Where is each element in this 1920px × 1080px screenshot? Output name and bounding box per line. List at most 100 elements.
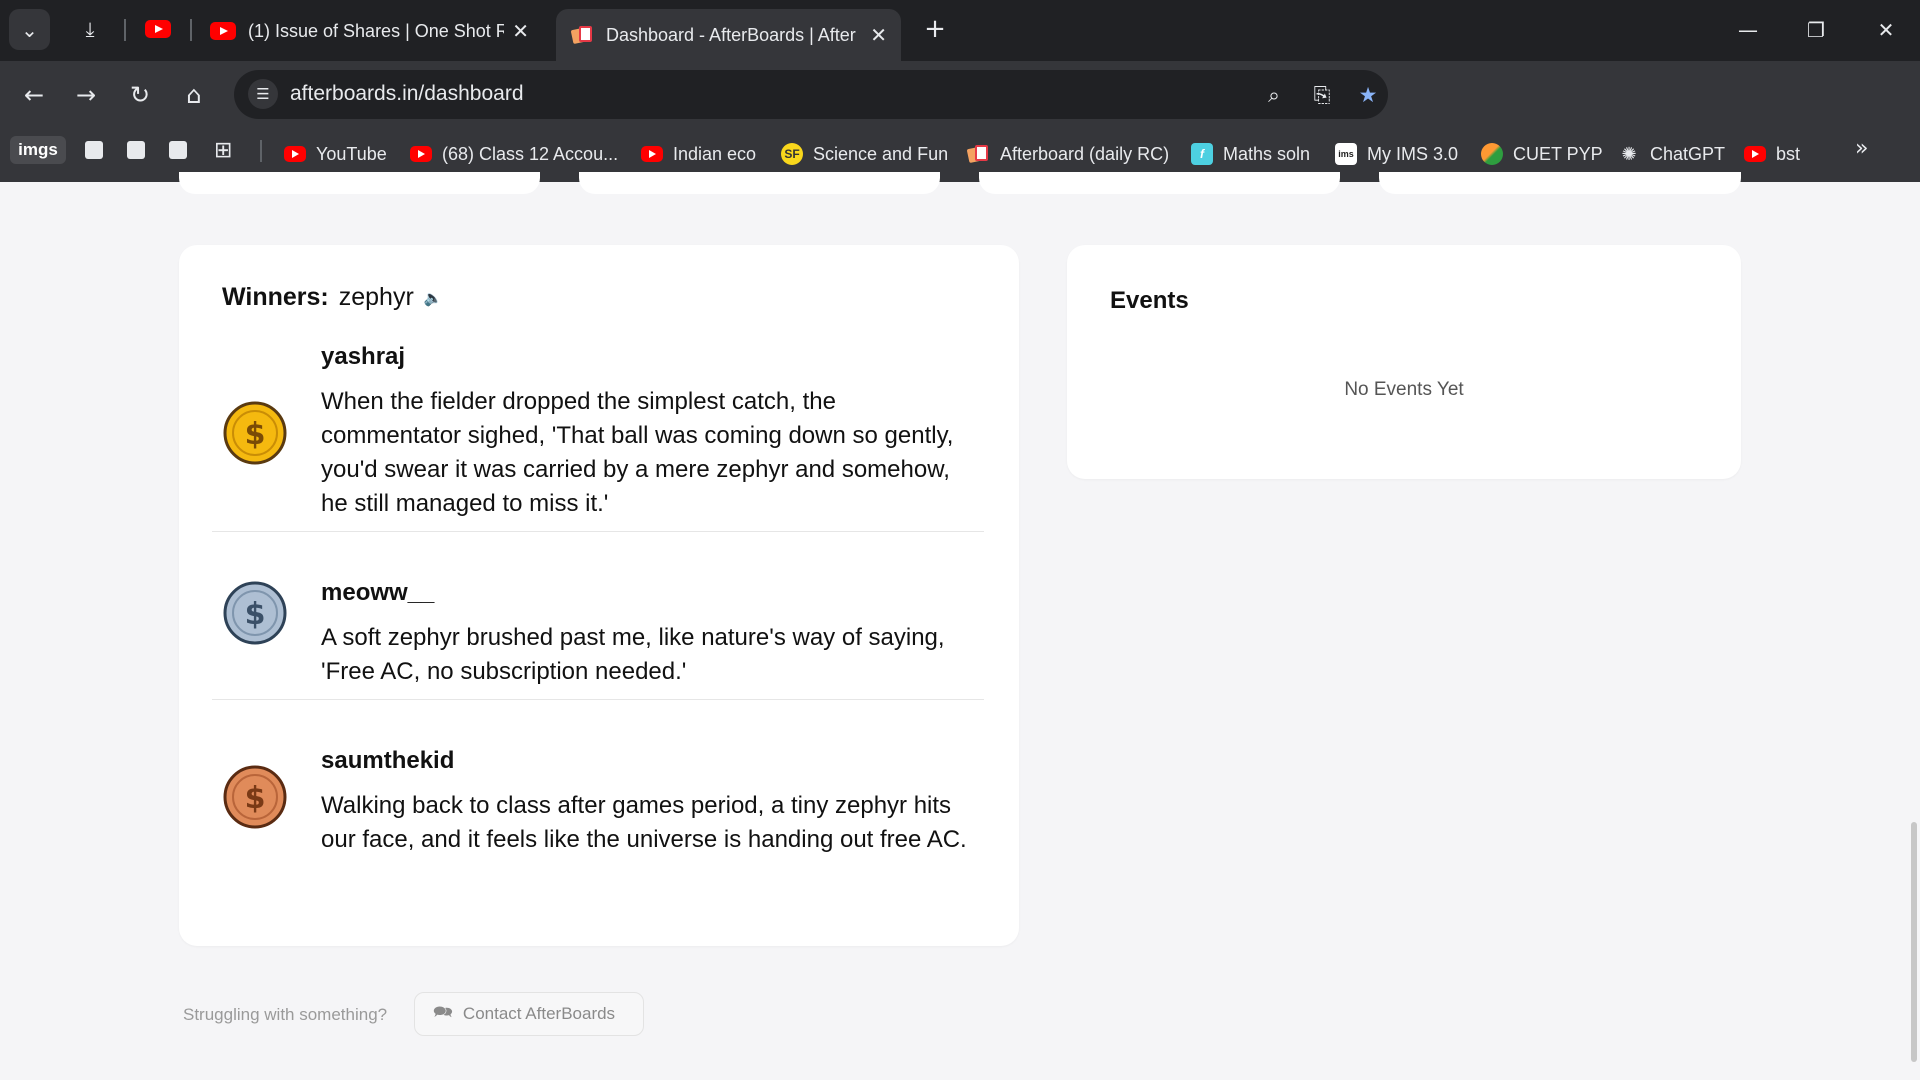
word-of-day: zephyr	[338, 283, 414, 311]
bookmark-maths-soln[interactable]: f Maths soln	[1191, 140, 1310, 168]
gold-coin-icon: $	[223, 401, 287, 465]
stat-card-partial	[179, 172, 540, 194]
tab-search-button[interactable]: ⌄	[9, 9, 50, 50]
youtube-icon	[410, 146, 432, 162]
close-window-button[interactable]: ✕	[1866, 14, 1906, 46]
events-card: Events No Events Yet	[1067, 245, 1741, 479]
bookmark-my-ims[interactable]: ims My IMS 3.0	[1335, 140, 1458, 168]
bronze-coin-icon: $	[223, 765, 287, 829]
bookmark-imgs[interactable]: imgs	[10, 136, 66, 164]
bookmark-blank-icon[interactable]	[85, 141, 103, 159]
tab-bar: ⌄ ⤓ (1) Issue of Shares | One Shot R ✕ D…	[0, 0, 1920, 61]
chevron-down-icon: ⌄	[21, 17, 38, 42]
help-text: Struggling with something?	[183, 1005, 388, 1024]
page-scrollbar[interactable]	[1908, 182, 1920, 1080]
reload-button[interactable]: ↻	[124, 79, 156, 111]
svg-text:$: $	[245, 417, 266, 452]
winners-label: Winners:	[222, 283, 329, 311]
bookmark-label: My IMS 3.0	[1367, 143, 1459, 164]
restore-button[interactable]: ❐	[1796, 14, 1836, 46]
bookmark-indian-eco[interactable]: Indian eco	[641, 140, 756, 168]
close-icon[interactable]: ✕	[512, 19, 529, 44]
forward-button[interactable]: →	[70, 79, 102, 111]
bookmark-science-and-fun[interactable]: SF Science and Fun	[781, 140, 948, 168]
winner-sentence: Walking back to class after games period…	[321, 792, 967, 853]
bookmark-blank-icon[interactable]	[169, 141, 187, 159]
stat-card-partial	[579, 172, 940, 194]
youtube-icon	[284, 146, 306, 162]
new-tab-button[interactable]: +	[920, 14, 950, 44]
science-fun-icon: SF	[781, 143, 803, 165]
maths-icon: f	[1191, 143, 1213, 165]
winner-sentence: A soft zephyr brushed past me, like natu…	[321, 624, 945, 685]
address-bar[interactable]: ☰ afterboards.in/dashboard ⌕ ⎘ ★	[234, 70, 1388, 119]
winner-name: meoww__	[321, 579, 435, 606]
contact-afterboards-button[interactable]: 🗪 Contact AfterBoards	[414, 992, 644, 1036]
youtube-icon	[145, 20, 171, 38]
bookmark-label: CUET PYP	[1513, 143, 1603, 164]
apps-grid-icon[interactable]: ⊞	[214, 138, 232, 163]
winner-name: yashraj	[321, 343, 406, 370]
winner-entry: $ saumthekid Walking back to class after…	[212, 747, 984, 887]
winner-sentence: When the fielder dropped the simplest ca…	[321, 388, 954, 517]
tab-issue-of-shares[interactable]: (1) Issue of Shares | One Shot R ✕	[196, 9, 543, 53]
bookmark-separator	[260, 140, 262, 162]
speaker-icon[interactable]: 🔈	[424, 289, 443, 307]
winner-entry: $ meoww__ A soft zephyr brushed past me,…	[212, 579, 984, 689]
tab-separator	[124, 19, 126, 41]
arrow-left-icon: ←	[23, 81, 45, 109]
bookmark-label: Afterboard (daily RC)	[1000, 143, 1170, 164]
scrollbar-thumb[interactable]	[1911, 822, 1917, 1062]
bookmark-chatgpt[interactable]: ✺ ChatGPT	[1618, 140, 1725, 168]
bookmark-label: ChatGPT	[1650, 143, 1726, 164]
minimize-button[interactable]: —	[1728, 14, 1768, 46]
svg-text:$: $	[245, 781, 266, 816]
bookmark-blank-icon[interactable]	[127, 141, 145, 159]
arrow-right-icon: →	[75, 81, 97, 109]
url-text[interactable]: afterboards.in/dashboard	[290, 82, 524, 106]
afterboards-icon	[570, 23, 594, 47]
bookmark-cuet-pyp[interactable]: CUET PYP	[1481, 140, 1603, 168]
bookmark-class12-accounts[interactable]: (68) Class 12 Accou...	[410, 140, 618, 168]
silver-coin-icon: $	[223, 581, 287, 645]
youtube-icon	[641, 146, 663, 162]
download-icon[interactable]: ⤓	[76, 14, 104, 44]
tab-title: (1) Issue of Shares | One Shot R	[248, 20, 505, 41]
divider	[212, 531, 984, 532]
reload-icon: ↻	[129, 81, 151, 109]
divider	[212, 699, 984, 700]
bookmark-label: (68) Class 12 Accou...	[442, 143, 619, 164]
home-button[interactable]: ⌂	[178, 79, 210, 111]
cuet-icon	[1481, 143, 1503, 165]
pinned-tab-youtube[interactable]	[142, 14, 174, 44]
more-bookmarks-icon[interactable]: »	[1855, 136, 1868, 161]
close-icon[interactable]: ✕	[870, 23, 887, 48]
chat-icon: 🗪	[433, 1001, 453, 1021]
stat-card-partial	[1379, 172, 1741, 194]
plus-icon: +	[924, 14, 946, 44]
tab-separator	[190, 19, 192, 41]
back-button[interactable]: ←	[18, 79, 50, 111]
site-info-icon[interactable]: ☰	[248, 79, 278, 109]
bookmark-label: YouTube	[316, 143, 387, 164]
bookmark-label: Maths soln	[1223, 143, 1311, 164]
ims-icon: ims	[1335, 143, 1357, 165]
bookmark-label: bst	[1776, 143, 1801, 164]
bookmark-afterboard[interactable]: Afterboard (daily RC)	[966, 140, 1169, 168]
bookmark-bst[interactable]: bst	[1744, 140, 1800, 168]
afterboards-icon	[966, 142, 990, 166]
install-app-icon[interactable]: ⎘	[1306, 79, 1338, 111]
tab-title: Dashboard - AfterBoards | After	[606, 24, 856, 45]
bookmark-label: Indian eco	[673, 143, 757, 164]
bookmark-youtube[interactable]: YouTube	[284, 140, 387, 168]
winner-name: saumthekid	[321, 747, 455, 774]
chatgpt-icon: ✺	[1621, 143, 1637, 165]
tab-dashboard[interactable]: Dashboard - AfterBoards | After ✕	[556, 9, 901, 61]
winner-entry: $ yashraj When the fielder dropped the s…	[212, 343, 984, 517]
winners-card: Winners: zephyr 🔈 $ yashraj When the fie…	[179, 245, 1019, 946]
star-icon[interactable]: ★	[1352, 79, 1384, 111]
youtube-icon	[210, 22, 236, 40]
contact-label: Contact AfterBoards	[462, 1004, 616, 1023]
zoom-icon[interactable]: ⌕	[1258, 79, 1290, 111]
toolbar: ← → ↻ ⌂ ☰ afterboards.in/dashboard ⌕ ⎘ ★…	[0, 61, 1920, 170]
